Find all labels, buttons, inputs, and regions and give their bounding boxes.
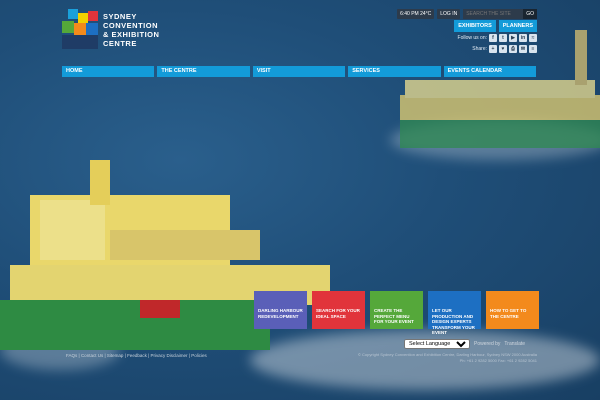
facebook-icon[interactable]: f xyxy=(489,34,497,42)
time-text: 6:40 PM xyxy=(400,11,419,17)
search-input[interactable] xyxy=(463,9,524,19)
logo-line-2: CONVENTION xyxy=(103,21,159,30)
share-plus-icon[interactable]: + xyxy=(489,45,497,53)
footer-feedback[interactable]: Feedback xyxy=(127,353,147,358)
language-selector: Select Language Powered by Translate xyxy=(404,339,525,349)
footer-privacy[interactable]: Privacy Disclaimer xyxy=(151,353,188,358)
copyright: © Copyright Sydney Convention and Exhibi… xyxy=(317,352,537,364)
tile-production-design[interactable]: LET OUR PRODUCTION AND DESIGN EXPERTS TR… xyxy=(428,291,481,335)
language-select[interactable]: Select Language xyxy=(404,339,470,349)
temperature-text: 24°C xyxy=(420,11,432,17)
copyright-line-2: Ph: +61 2 9282 5000 Fax: +61 2 9282 5041 xyxy=(459,358,537,363)
nav-the-centre[interactable]: THE CENTRE xyxy=(157,66,250,77)
search-box: GO xyxy=(463,9,537,19)
share-like-icon[interactable]: ♥ xyxy=(499,45,507,53)
exhibitors-button[interactable]: EXHIBITORS xyxy=(454,20,496,32)
share-more-icon[interactable]: ≡ xyxy=(529,45,537,53)
logo-line-4: CENTRE xyxy=(103,39,137,48)
footer-policies[interactable]: Policies xyxy=(191,353,207,358)
follow-us: Follow us on: f t ▶ in ≈ xyxy=(458,34,537,42)
audience-buttons: EXHIBITORS PLANNERS xyxy=(454,20,537,32)
planners-button[interactable]: PLANNERS xyxy=(498,20,537,32)
tile-get-to-centre[interactable]: HOW TO GET TO THE CENTRE xyxy=(486,291,539,329)
linkedin-icon[interactable]: in xyxy=(519,34,527,42)
share-bar: Share: + ♥ ⎙ ✉ ≡ xyxy=(472,45,537,53)
nav-home[interactable]: HOME xyxy=(62,66,155,77)
powered-by-label: Powered by xyxy=(474,341,501,347)
feature-tiles: DARLING HARBOUR REDEVELOPMENT SEARCH FOR… xyxy=(254,291,539,335)
footer-links: FAQs | Contact Us | Sitemap | Feedback |… xyxy=(66,353,207,358)
tile-search-space[interactable]: SEARCH FOR YOUR IDEAL SPACE xyxy=(312,291,365,329)
share-print-icon[interactable]: ⎙ xyxy=(509,45,517,53)
tile-perfect-menu[interactable]: CREATE THE PERFECT MENU FOR YOUR EVENT xyxy=(370,291,423,329)
nav-events-calendar[interactable]: EVENTS CALENDAR xyxy=(443,66,537,77)
twitter-icon[interactable]: t xyxy=(499,34,507,42)
logo-squares-icon xyxy=(62,9,98,49)
logo[interactable]: SYDNEY CONVENTION & EXHIBITION CENTRE xyxy=(62,9,182,57)
footer-faqs[interactable]: FAQs xyxy=(66,353,77,358)
logo-line-3: & EXHIBITION xyxy=(103,30,160,39)
share-label: Share: xyxy=(472,46,487,52)
search-go-button[interactable]: GO xyxy=(523,9,537,19)
top-utility-bar: 6:40 PM 24°C LOG IN GO xyxy=(397,9,537,19)
logo-line-1: SYDNEY xyxy=(103,12,137,21)
main-navigation: HOME THE CENTRE VISIT SERVICES EVENTS CA… xyxy=(62,66,537,77)
nav-services[interactable]: SERVICES xyxy=(348,66,441,77)
follow-label: Follow us on: xyxy=(457,35,487,41)
share-email-icon[interactable]: ✉ xyxy=(519,45,527,53)
tile-darling-harbour[interactable]: DARLING HARBOUR REDEVELOPMENT xyxy=(254,291,307,329)
footer-contact[interactable]: Contact Us xyxy=(81,353,103,358)
nav-visit[interactable]: VISIT xyxy=(252,66,346,77)
time-weather: 6:40 PM 24°C xyxy=(397,9,435,19)
footer-sitemap[interactable]: Sitemap xyxy=(107,353,124,358)
rss-icon[interactable]: ≈ xyxy=(529,34,537,42)
youtube-icon[interactable]: ▶ xyxy=(509,34,517,42)
google-translate-label: Translate xyxy=(504,341,526,347)
login-link[interactable]: LOG IN xyxy=(437,9,461,19)
